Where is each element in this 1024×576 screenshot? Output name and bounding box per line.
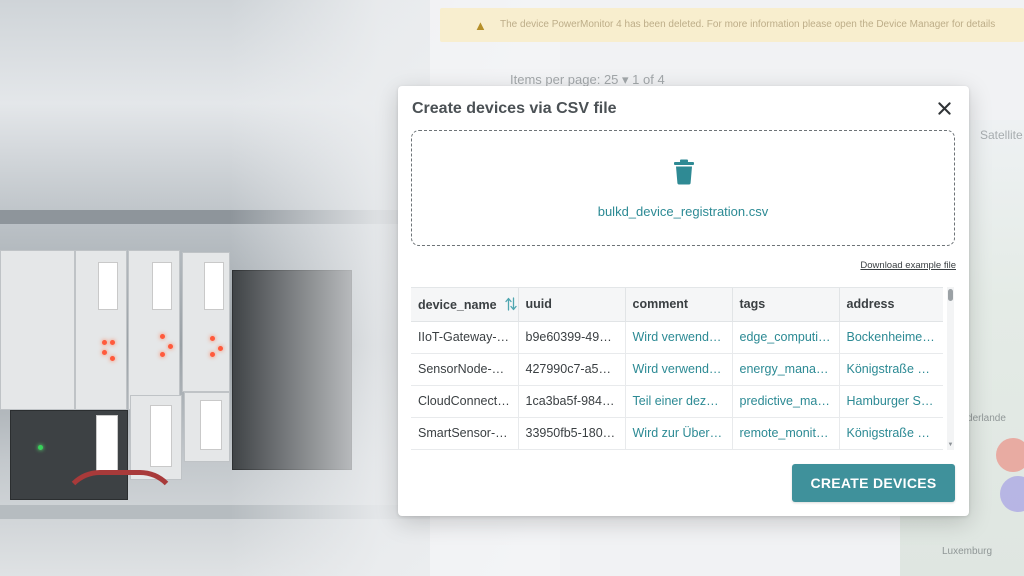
dialog-title: Create devices via CSV file xyxy=(412,100,617,117)
cell-tags: edge_computing xyxy=(732,321,840,354)
scrollbar-thumb[interactable] xyxy=(948,289,953,301)
cell-comment: Teil einer dezentralen Anlage xyxy=(625,385,733,418)
scroll-down-icon[interactable]: ▼ xyxy=(947,442,954,448)
device-label xyxy=(96,415,118,475)
csv-dropzone[interactable]: bulkd_device_registration.csv xyxy=(411,130,955,246)
table-row: CloudConnector-212 1ca3ba5f-984c-4d7e Te… xyxy=(411,385,943,418)
cell-uuid: 33950fb5-1809-4c3a xyxy=(518,417,626,450)
cable xyxy=(60,470,180,550)
map-tab-satellite: Satellite xyxy=(980,128,1023,142)
warning-icon: ▲ xyxy=(474,18,487,33)
table-header-row: device_name uuid comment tags address xyxy=(411,288,943,322)
create-devices-dialog: Create devices via CSV file bulkd_device… xyxy=(398,86,969,516)
cell-comment: Wird verwendet zur Überwachung xyxy=(625,321,733,354)
table-row: IIoT-Gateway-768 b9e60399-4988-4f2a Wird… xyxy=(411,321,943,354)
cell-uuid: 1ca3ba5f-984c-4d7e xyxy=(518,385,626,418)
hardware-module xyxy=(0,250,75,410)
device-label xyxy=(152,262,172,310)
device-label xyxy=(204,262,224,310)
status-led xyxy=(38,445,43,450)
download-example-link[interactable]: Download example file xyxy=(860,260,956,271)
cell-device-name: SensorNode-717 xyxy=(411,353,519,386)
close-button[interactable] xyxy=(933,97,955,119)
device-label xyxy=(98,262,118,310)
cell-tags: predictive_maintenance xyxy=(732,385,840,418)
cell-device-name: SmartSensor-938 xyxy=(411,417,519,450)
table-row: SmartSensor-938 33950fb5-1809-4c3a Wird … xyxy=(411,417,943,450)
map-cluster-marker xyxy=(1000,476,1024,512)
status-led xyxy=(102,340,107,345)
column-header-uuid[interactable]: uuid xyxy=(518,288,626,322)
status-led xyxy=(160,352,165,357)
sort-icon[interactable] xyxy=(504,297,517,311)
create-devices-button[interactable]: CREATE DEVICES xyxy=(792,464,955,502)
close-icon xyxy=(937,101,951,115)
status-led xyxy=(210,352,215,357)
column-header-address[interactable]: address xyxy=(839,288,943,322)
status-led xyxy=(102,350,107,355)
banner-text: The device PowerMonitor 4 has been delet… xyxy=(500,19,996,30)
cell-device-name: IIoT-Gateway-768 xyxy=(411,321,519,354)
uploaded-file-name: bulkd_device_registration.csv xyxy=(597,204,769,219)
column-header-device-name[interactable]: device_name xyxy=(411,288,519,322)
cell-tags: energy_management xyxy=(732,353,840,386)
cell-comment: Wird verwendet als Sensor xyxy=(625,353,733,386)
status-led xyxy=(160,334,165,339)
table-row: SensorNode-717 427990c7-a57e-4b1c Wird v… xyxy=(411,353,943,386)
cell-address: Königstraße 10, Stuttgart xyxy=(839,353,943,386)
map-label: Luxemburg xyxy=(942,546,993,557)
table-scrollbar[interactable]: ▼ xyxy=(947,287,954,450)
cell-uuid: b9e60399-4988-4f2a xyxy=(518,321,626,354)
notification-banner: ▲ The device PowerMonitor 4 has been del… xyxy=(440,8,1024,42)
cell-address: Hamburger Str. 5 xyxy=(839,385,943,418)
device-label xyxy=(200,400,222,450)
csv-preview-table: device_name uuid comment tags address II… xyxy=(411,287,943,450)
status-led xyxy=(218,346,223,351)
column-header-tags[interactable]: tags xyxy=(732,288,840,322)
status-led xyxy=(168,344,173,349)
cell-tags: remote_monitoring xyxy=(732,417,840,450)
status-led xyxy=(110,356,115,361)
cell-address: Bockenheimer Landstraße 2 xyxy=(839,321,943,354)
column-header-comment[interactable]: comment xyxy=(625,288,733,322)
status-led xyxy=(110,340,115,345)
map-cluster-marker xyxy=(996,438,1024,472)
trash-icon[interactable] xyxy=(672,159,696,185)
cell-device-name: CloudConnector-212 xyxy=(411,385,519,418)
cell-uuid: 427990c7-a57e-4b1c xyxy=(518,353,626,386)
device-label xyxy=(150,405,172,467)
cell-comment: Wird zur Übertragung genutzt xyxy=(625,417,733,450)
status-led xyxy=(210,336,215,341)
cell-address: Königstraße 10, Stuttgart xyxy=(839,417,943,450)
